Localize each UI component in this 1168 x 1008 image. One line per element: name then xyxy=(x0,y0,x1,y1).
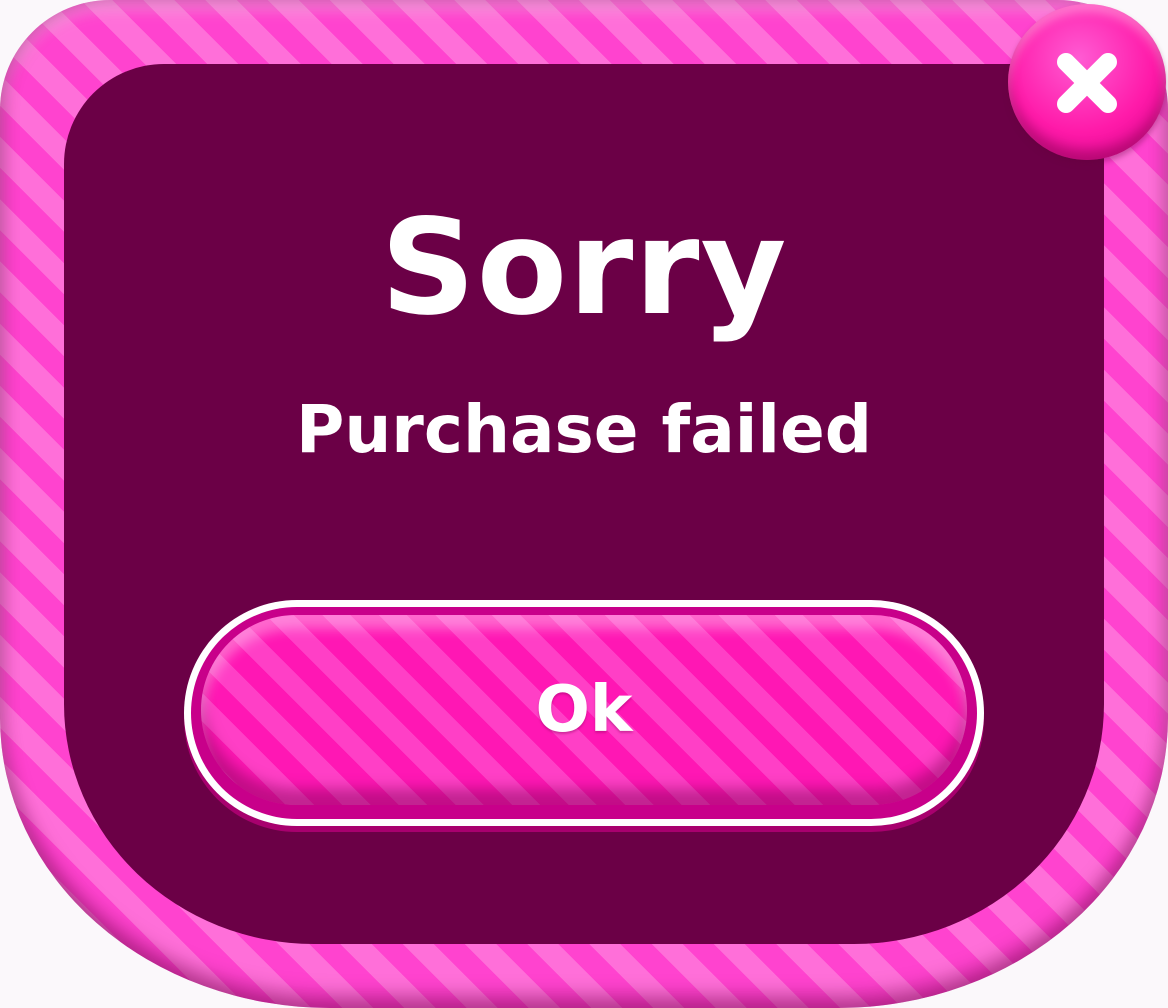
purchase-failed-dialog: Sorry Purchase failed Ok xyxy=(0,0,1168,1008)
ok-button-ring: Ok xyxy=(191,607,977,819)
dialog-title: Sorry xyxy=(380,191,788,345)
close-icon xyxy=(1057,53,1117,113)
ok-button[interactable]: Ok xyxy=(184,600,984,826)
dialog-frame xyxy=(0,0,1168,1008)
close-button[interactable] xyxy=(1008,4,1166,160)
ok-button-face: Ok xyxy=(201,615,967,805)
ok-button-label: Ok xyxy=(535,673,633,747)
dialog-message: Purchase failed xyxy=(295,391,873,468)
